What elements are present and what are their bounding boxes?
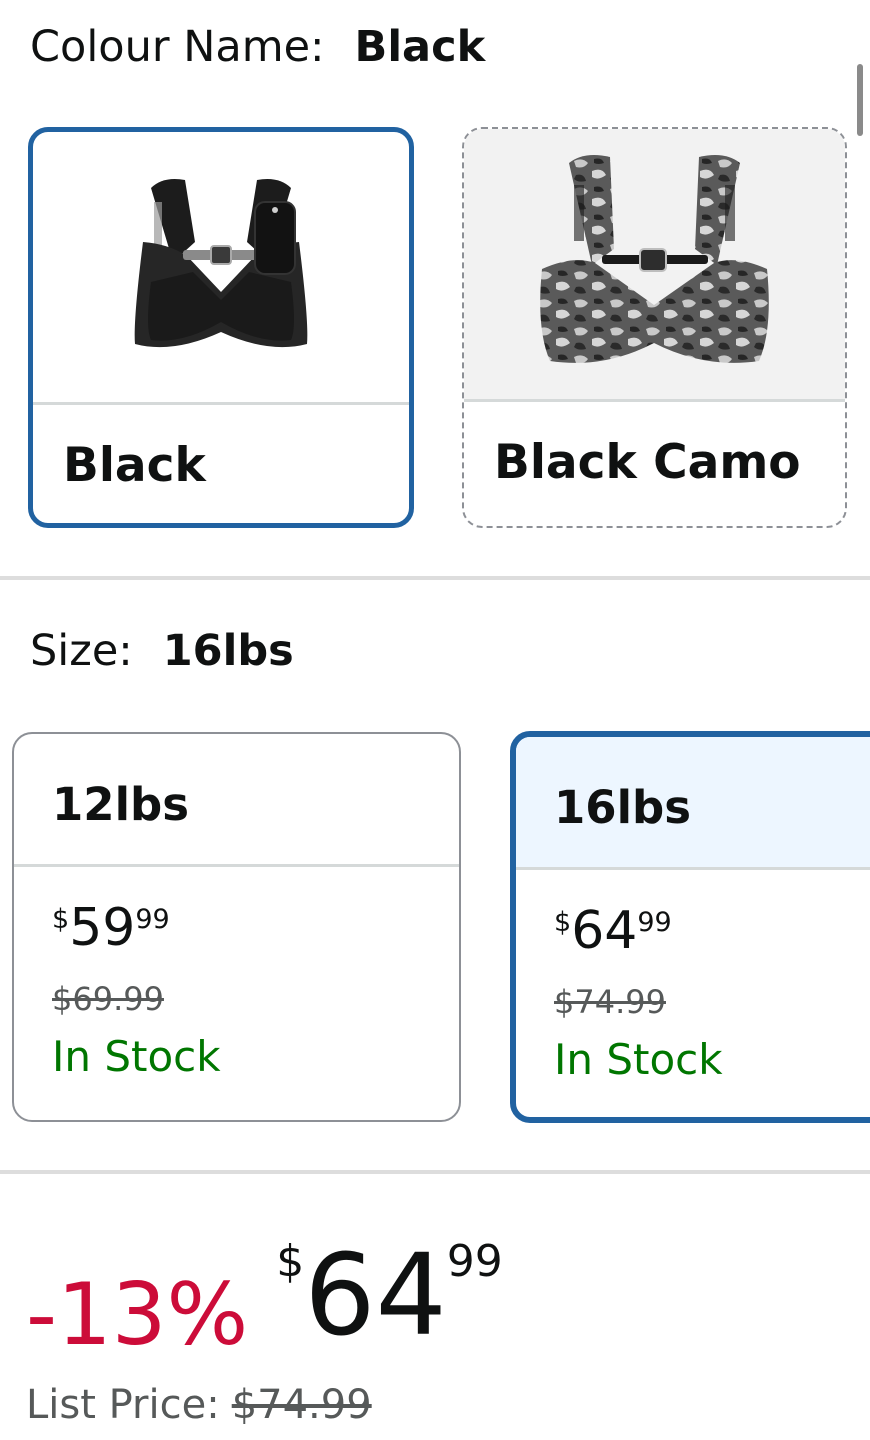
price-whole: 59 xyxy=(69,898,136,958)
colour-swatch-black-camo[interactable]: Black Camo xyxy=(462,127,847,528)
colour-swatch-black-label: Black xyxy=(63,438,206,493)
colour-name-label: Colour Name: xyxy=(30,22,325,72)
price-fraction: 99 xyxy=(637,907,672,938)
list-price-value: $74.99 xyxy=(231,1382,372,1428)
section-divider xyxy=(0,1170,870,1174)
price-whole: 64 xyxy=(304,1231,447,1361)
size-option-list-price: $69.99 xyxy=(52,980,164,1018)
weight-vest-black-image xyxy=(33,132,409,402)
size-label: Size: xyxy=(30,626,133,676)
price-fraction: 99 xyxy=(446,1236,503,1287)
colour-swatch-black[interactable]: Black xyxy=(28,127,414,528)
size-value: 16lbs xyxy=(162,626,294,676)
list-price-label: List Price: xyxy=(26,1382,220,1428)
list-price: List Price: $74.99 xyxy=(26,1382,372,1428)
swatch-divider xyxy=(464,399,845,402)
price-currency: $ xyxy=(554,907,572,938)
scrollbar[interactable] xyxy=(857,64,863,136)
colour-name-value: Black xyxy=(354,22,486,72)
section-divider xyxy=(0,576,870,580)
current-price: -13%$6499 xyxy=(26,1240,503,1359)
size-option-name: 12lbs xyxy=(52,778,190,831)
size-option-divider xyxy=(14,864,459,867)
colour-name-row: Colour Name: Black xyxy=(30,22,485,72)
price-currency: $ xyxy=(276,1236,305,1287)
price-whole: 64 xyxy=(571,901,638,961)
weight-vest-black-camo-image xyxy=(464,129,845,399)
price-fraction: 99 xyxy=(135,904,170,935)
size-option-price: $5999 xyxy=(52,902,170,954)
swatch-divider xyxy=(33,402,409,405)
size-option-availability: In Stock xyxy=(554,1035,723,1084)
size-option-16lbs[interactable]: 16lbs $6499 $74.99 In Stock xyxy=(510,731,870,1123)
size-row: Size: 16lbs xyxy=(30,626,294,676)
price-currency: $ xyxy=(52,904,70,935)
size-option-divider xyxy=(516,867,870,870)
size-option-availability: In Stock xyxy=(52,1032,221,1081)
discount-percentage: -13% xyxy=(26,1265,249,1365)
size-option-12lbs[interactable]: 12lbs $5999 $69.99 In Stock xyxy=(12,732,461,1122)
size-option-price: $6499 xyxy=(554,905,672,957)
size-option-list-price: $74.99 xyxy=(554,983,666,1021)
size-option-name: 16lbs xyxy=(554,781,692,834)
colour-swatch-black-camo-label: Black Camo xyxy=(494,435,801,490)
